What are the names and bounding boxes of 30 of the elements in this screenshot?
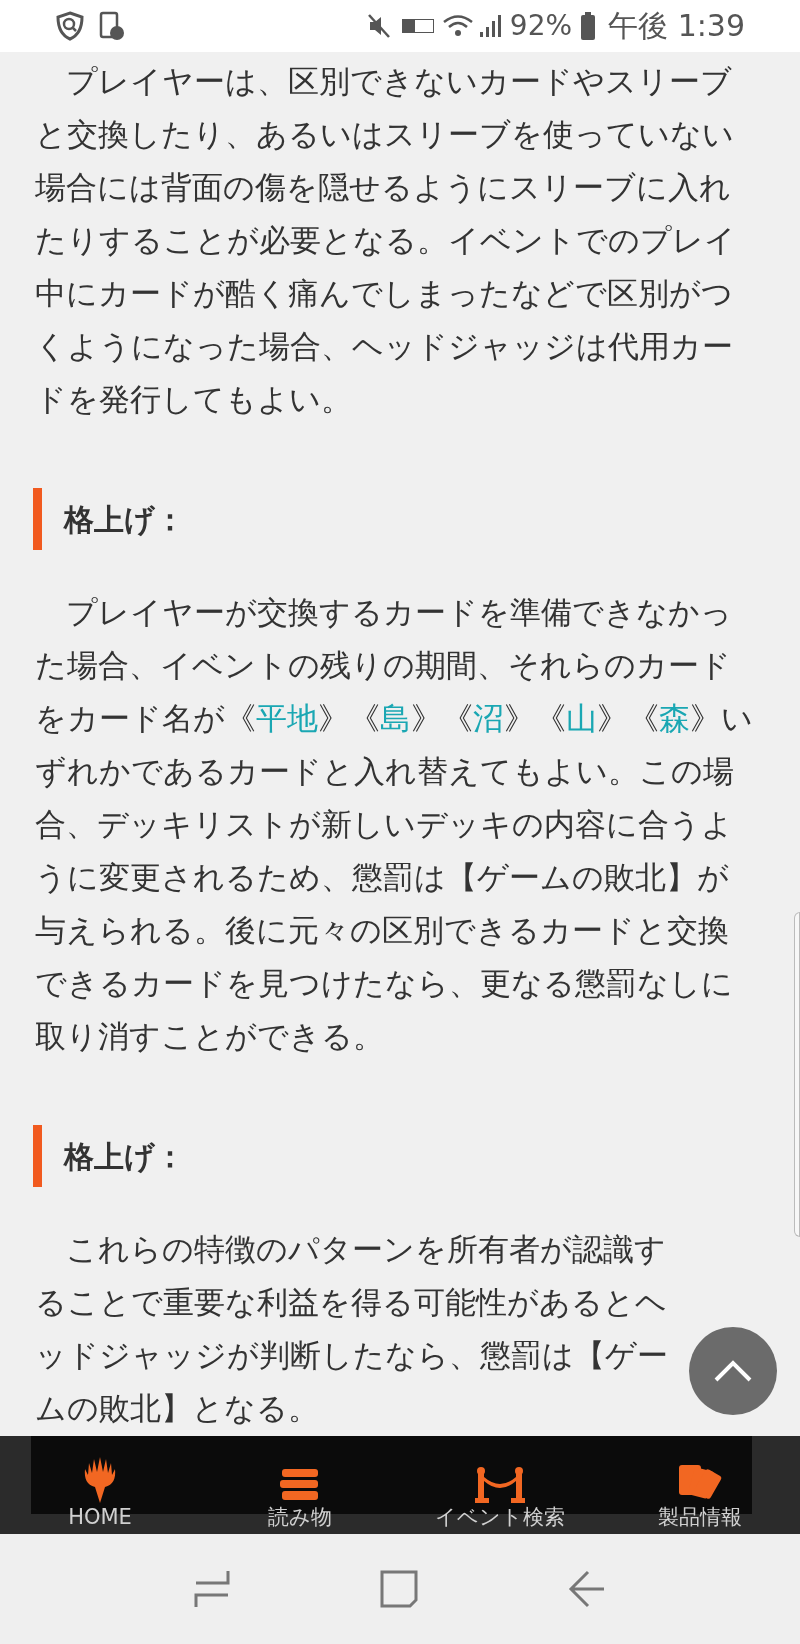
heading-accent-bar (33, 488, 42, 550)
mute-icon (367, 14, 390, 38)
section-heading: 格上げ： (64, 1137, 185, 1176)
shield-search-icon (55, 11, 85, 41)
rope-barrier-icon (475, 1467, 525, 1503)
battery-icon (580, 12, 597, 40)
body-paragraph: これらの特徴のパターンを所有者が認識することで重要な利益を得る可能性があるとヘッドジャッジが判断したなら、懲罰は【ゲームの敗北】となる。 (35, 1231, 669, 1428)
card-name-link[interactable]: 島 (380, 701, 411, 736)
section-heading: 格上げ： (64, 500, 185, 539)
card-name-link[interactable]: 山 (566, 701, 597, 736)
clock-time: 午後 1:39 (608, 11, 745, 41)
nav-tab[interactable]: イベント検索 (400, 1436, 600, 1534)
device-clock-icon (99, 11, 125, 41)
wifi-icon (441, 14, 474, 38)
heading-accent-bar (33, 1125, 42, 1187)
body-paragraph: プレイヤーは、区別できないカードやスリーブと交換したり、あるいはスリーブを使っていない場合には背面の傷を隠せるようにスリーブに入れたりすることが必要となる。イベントでのプレイ中にカードが酷く痛んでしまったなどで区別がつくようになった場合、ヘッドジャッジは代用カードを発行してもよい。 (35, 63, 737, 419)
card-name-link[interactable]: 沼 (473, 701, 504, 736)
card-name-link[interactable]: 平地 (256, 701, 318, 736)
back-icon[interactable] (568, 1570, 606, 1608)
nav-tab[interactable]: HOME (0, 1436, 200, 1534)
body-paragraph: プレイヤーが交換するカードを準備できなかった場合、イベントの残りの期間、それらのカードをカード名が《平地》《島》《沼》《山》《森》いずれかであるカードと入れ替えてもよい。この場合、デッキリストが新しいデッキの内容に合うように変更されるため、懲罰は【ゲームの敗北】が与えられる。後に元々の区別できるカードと交換できるカードを見つけたなら、更なる懲罰なしに取り消すことができる。 (35, 594, 754, 1056)
nav-tab[interactable]: 製品情報 (600, 1436, 800, 1534)
card-name-link[interactable]: 森 (659, 701, 690, 736)
recent-apps-icon[interactable] (194, 1569, 230, 1609)
battery-percentage: 92% (509, 12, 573, 40)
signal-icon (477, 14, 504, 38)
flame-logo-icon (83, 1457, 117, 1503)
home-button-icon[interactable] (380, 1570, 418, 1608)
nav-tab[interactable]: 読み物 (200, 1436, 400, 1534)
chevron-up-icon (713, 1359, 753, 1383)
